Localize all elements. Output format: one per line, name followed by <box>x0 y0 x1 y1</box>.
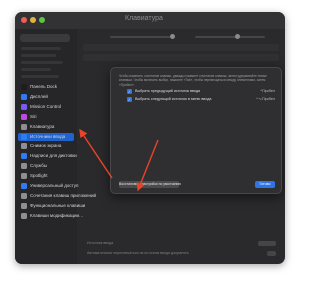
arrow-to-input-sources <box>79 128 113 179</box>
arrow-to-restore-button <box>136 139 159 192</box>
annotation-arrows <box>79 128 159 192</box>
